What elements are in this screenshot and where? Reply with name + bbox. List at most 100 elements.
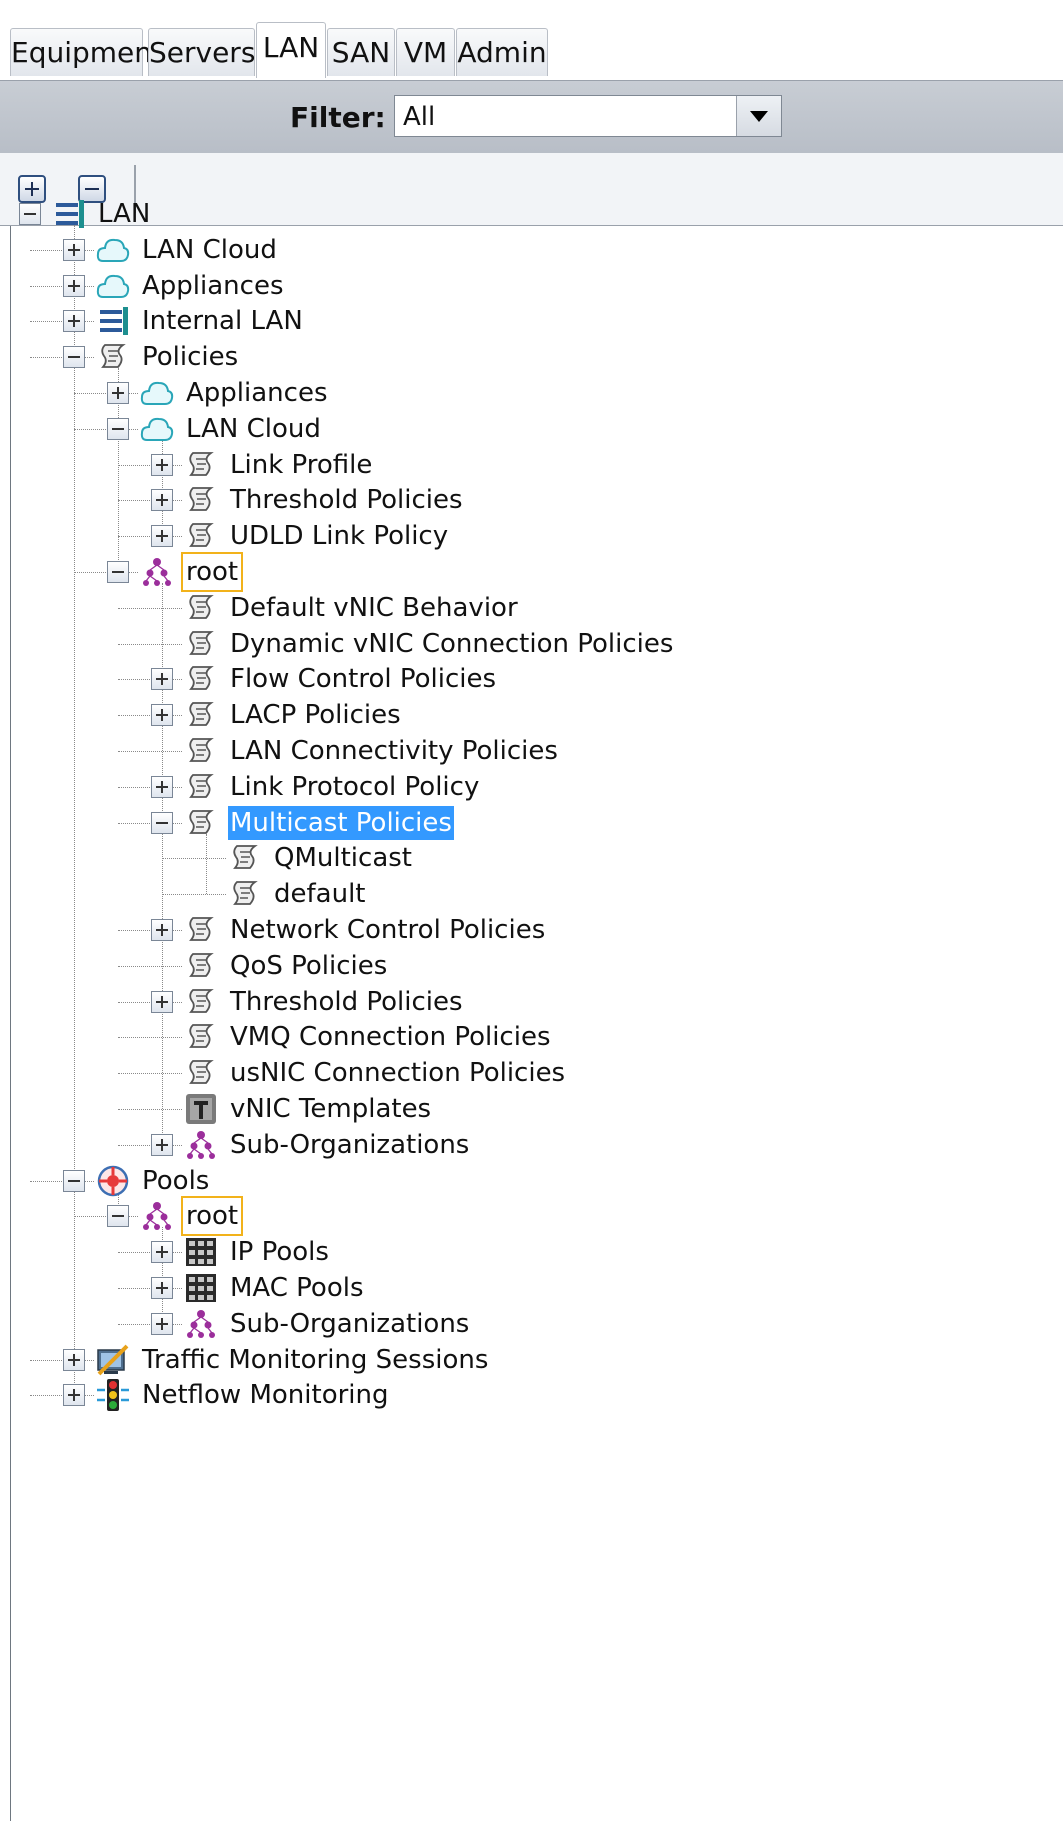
plus-expander-icon[interactable]	[63, 310, 85, 333]
tree-node-qmulticast[interactable]: QMulticast	[272, 841, 414, 875]
policy-icon	[228, 841, 262, 875]
policy-icon	[228, 877, 262, 911]
tree-node-lan-connectivity-policies[interactable]: LAN Connectivity Policies	[228, 734, 560, 768]
tree-node-multicast-policies[interactable]: Multicast Policies	[228, 805, 454, 840]
org-icon	[184, 1307, 218, 1341]
tree-node-mac-pools[interactable]: MAC Pools	[228, 1271, 366, 1305]
pools-icon	[96, 1164, 130, 1198]
tree-node-sub-organizations[interactable]: Sub-Organizations	[228, 1128, 471, 1162]
tree-node-lan-cloud[interactable]: LAN Cloud	[184, 412, 323, 446]
tree-node-threshold-policies[interactable]: Threshold Policies	[228, 483, 465, 517]
pool-grid-icon	[184, 1271, 218, 1305]
tree-node-threshold-policies[interactable]: Threshold Policies	[228, 985, 465, 1019]
tree-node-appliances[interactable]: Appliances	[140, 269, 286, 303]
policy-icon	[184, 985, 218, 1019]
tree-connector	[118, 1109, 182, 1110]
expand-all-icon[interactable]	[18, 175, 46, 203]
tree-node-vmq-connection-policies[interactable]: VMQ Connection Policies	[228, 1020, 553, 1054]
tab-admin[interactable]: Admin	[456, 28, 548, 76]
plus-expander-icon[interactable]	[63, 1348, 85, 1371]
tree-connector	[118, 1037, 182, 1039]
filter-label: Filter:	[290, 101, 386, 134]
cloud-icon	[96, 269, 130, 303]
plus-expander-icon[interactable]	[151, 668, 173, 691]
tree-node-link-profile[interactable]: Link Profile	[228, 448, 374, 482]
plus-expander-icon[interactable]	[63, 238, 85, 261]
tree-node-netflow-monitoring[interactable]: Netflow Monitoring	[140, 1378, 391, 1412]
policy-icon	[184, 483, 218, 517]
minus-expander-icon[interactable]	[151, 811, 173, 834]
plus-expander-icon[interactable]	[151, 1277, 173, 1299]
lan-navigation-panel: Equipment Servers LAN SAN VM Admin Filte…	[0, 0, 1063, 1821]
tab-san[interactable]: SAN	[327, 28, 395, 76]
tree-node-appliances[interactable]: Appliances	[184, 376, 330, 410]
plus-expander-icon[interactable]	[107, 382, 129, 404]
policy-icon	[184, 627, 218, 661]
tree-node-root[interactable]: root	[180, 1196, 244, 1237]
cloud-icon	[140, 376, 174, 410]
tree-node-lacp-policies[interactable]: LACP Policies	[228, 698, 403, 732]
plus-expander-icon[interactable]	[63, 1384, 85, 1407]
plus-expander-icon[interactable]	[151, 704, 173, 727]
minus-expander-icon[interactable]	[63, 346, 85, 369]
dropdown-arrow-icon[interactable]	[736, 96, 781, 136]
policy-icon	[184, 448, 218, 482]
template-icon	[184, 1092, 218, 1126]
minus-expander-icon[interactable]	[107, 417, 129, 440]
tree-node-pools[interactable]: Pools	[140, 1164, 211, 1198]
org-icon	[184, 1128, 218, 1162]
policy-icon	[184, 770, 218, 804]
filter-dropdown[interactable]: All	[394, 95, 782, 137]
lan-icon	[52, 197, 86, 231]
tree-node-usnic-connection-policies[interactable]: usNIC Connection Policies	[228, 1056, 567, 1090]
tree-node-lan[interactable]: LAN	[96, 197, 152, 231]
minus-expander-icon[interactable]	[107, 1205, 129, 1228]
tree-connector	[118, 643, 182, 645]
tree-node-root[interactable]: root	[180, 552, 244, 592]
tree-node-qos-policies[interactable]: QoS Policies	[228, 949, 389, 983]
plus-expander-icon[interactable]	[151, 453, 173, 476]
minus-expander-icon[interactable]	[63, 1169, 85, 1192]
tree-node-dynamic-vnic-connection-policies[interactable]: Dynamic vNIC Connection Policies	[228, 627, 675, 661]
tree-guide-line	[74, 225, 75, 1396]
tree-node-default[interactable]: default	[272, 877, 367, 911]
tree-node-default-vnic-behavior[interactable]: Default vNIC Behavior	[228, 591, 520, 625]
minus-expander-icon[interactable]	[107, 561, 129, 583]
plus-expander-icon[interactable]	[151, 919, 173, 941]
tree-node-vnic-templates[interactable]: vNIC Templates	[228, 1092, 433, 1126]
tree-node-link-protocol-policy[interactable]: Link Protocol Policy	[228, 770, 481, 804]
tree-node-policies[interactable]: Policies	[140, 340, 240, 374]
tree-node-ip-pools[interactable]: IP Pools	[228, 1235, 331, 1269]
tree-node-traffic-monitoring-sessions[interactable]: Traffic Monitoring Sessions	[140, 1343, 490, 1377]
tab-lan[interactable]: LAN	[256, 22, 326, 78]
tab-servers[interactable]: Servers	[148, 28, 255, 76]
plus-expander-icon[interactable]	[151, 775, 173, 798]
plus-expander-icon[interactable]	[151, 1312, 173, 1335]
tree-guide-line	[162, 583, 163, 1145]
plus-expander-icon[interactable]	[151, 525, 173, 548]
tree-node-udld-link-policy[interactable]: UDLD Link Policy	[228, 519, 450, 553]
filter-bar: Filter: All	[0, 80, 1063, 154]
plus-expander-icon[interactable]	[151, 1241, 173, 1264]
filter-selected-value: All	[403, 102, 436, 132]
cloud-icon	[140, 412, 174, 446]
minus-expander-icon[interactable]	[19, 203, 41, 225]
pool-grid-icon	[184, 1235, 218, 1269]
tab-vm[interactable]: VM	[396, 28, 455, 76]
tree-node-lan-cloud[interactable]: LAN Cloud	[140, 233, 279, 267]
tree-node-flow-control-policies[interactable]: Flow Control Policies	[228, 662, 498, 696]
plus-expander-icon[interactable]	[151, 990, 173, 1013]
plus-expander-icon[interactable]	[151, 489, 173, 512]
tab-equipment[interactable]: Equipment	[10, 28, 163, 76]
plus-expander-icon[interactable]	[63, 274, 85, 297]
policy-icon	[96, 340, 130, 374]
monitor-icon	[96, 1343, 130, 1377]
plus-expander-icon[interactable]	[151, 1133, 173, 1156]
org-icon	[140, 1199, 174, 1233]
tree-node-network-control-policies[interactable]: Network Control Policies	[228, 913, 547, 947]
tree-node-internal-lan[interactable]: Internal LAN	[140, 304, 305, 338]
tree-connector	[118, 1073, 182, 1075]
netflow-icon	[96, 1378, 130, 1412]
tree-connector	[162, 858, 226, 860]
tree-node-sub-organizations[interactable]: Sub-Organizations	[228, 1307, 471, 1341]
